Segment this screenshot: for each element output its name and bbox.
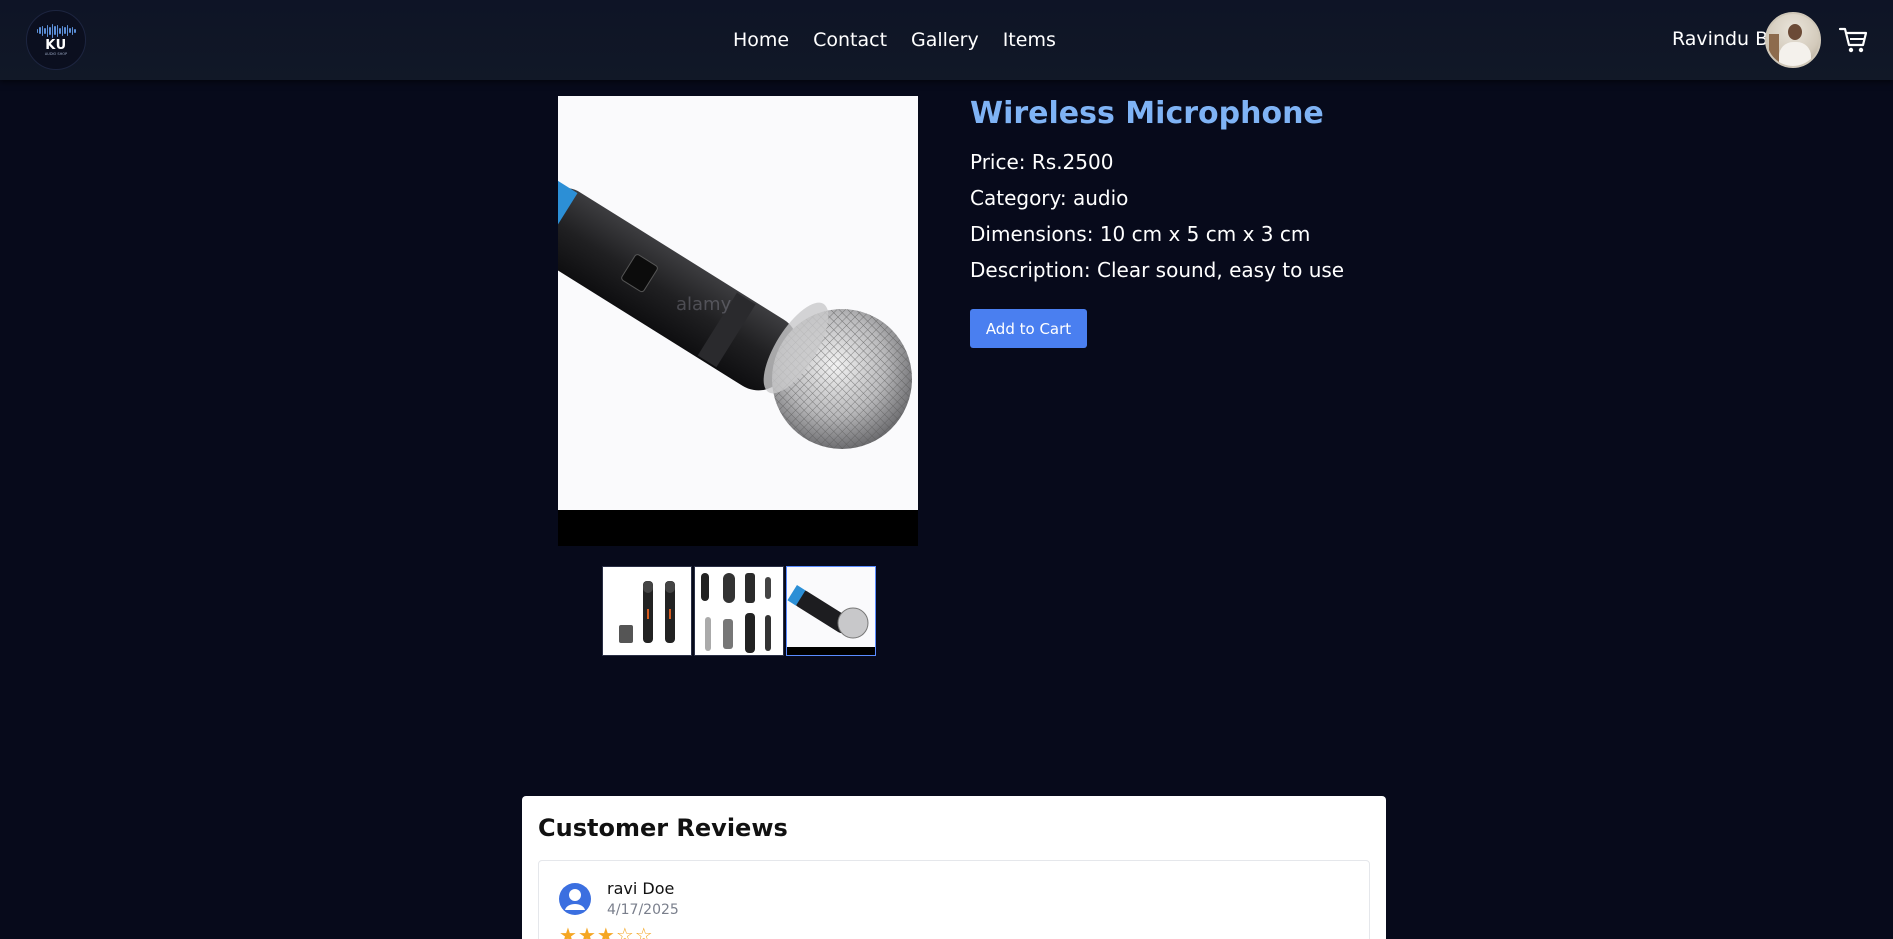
product-category: Category: audio [970, 186, 1129, 210]
microphone-photo: alamy [558, 96, 918, 510]
star-empty-icon: ☆ [615, 923, 634, 939]
review-date: 4/17/2025 [607, 902, 679, 918]
nav-contact[interactable]: Contact [813, 28, 887, 52]
product-title: Wireless Microphone [970, 96, 1324, 131]
review-card: ravi Doe 4/17/2025 ★ ★ ★ ☆ ☆ [538, 860, 1370, 939]
logo-subtext: AUDIO SHOP [44, 51, 68, 56]
add-to-cart-button[interactable]: Add to Cart [970, 309, 1087, 348]
star-filled-icon: ★ [559, 923, 577, 939]
user-avatar[interactable] [1765, 12, 1821, 68]
thumbnail-2[interactable] [694, 566, 784, 656]
reviewer-name: ravi Doe [607, 879, 675, 898]
cart-icon[interactable] [1838, 26, 1868, 54]
star-filled-icon: ★ [596, 923, 615, 939]
user-name[interactable]: Ravindu B [1672, 27, 1768, 51]
logo-text: KU [45, 37, 67, 53]
user-icon [559, 883, 591, 915]
main-nav: Home Contact Gallery Items [733, 28, 1056, 52]
top-navbar: KU AUDIO SHOP Home Contact Gallery Items… [0, 0, 1893, 80]
product-main-image[interactable]: alamy [558, 96, 918, 546]
site-logo[interactable]: KU AUDIO SHOP [26, 10, 86, 70]
nav-items[interactable]: Items [1003, 28, 1056, 52]
thumbnail-strip [602, 566, 876, 656]
star-rating: ★ ★ ★ ☆ ☆ [559, 925, 653, 939]
watermark: alamy [676, 294, 732, 315]
thumbnail-3[interactable] [786, 566, 876, 656]
soundwave-icon [36, 23, 76, 38]
microphone-illustration [558, 167, 912, 449]
product-description: Description: Clear sound, easy to use [970, 258, 1345, 282]
product-dimensions: Dimensions: 10 cm x 5 cm x 3 cm [970, 222, 1311, 246]
customer-reviews-section: Customer Reviews ravi Doe 4/17/2025 ★ ★ … [522, 796, 1386, 939]
nav-home[interactable]: Home [733, 28, 789, 52]
star-empty-icon: ☆ [634, 923, 653, 939]
product-price: Price: Rs.2500 [970, 150, 1114, 174]
star-filled-icon: ★ [577, 923, 596, 939]
thumbnail-1[interactable] [602, 566, 692, 656]
reviews-title: Customer Reviews [538, 814, 788, 842]
nav-gallery[interactable]: Gallery [911, 28, 979, 52]
